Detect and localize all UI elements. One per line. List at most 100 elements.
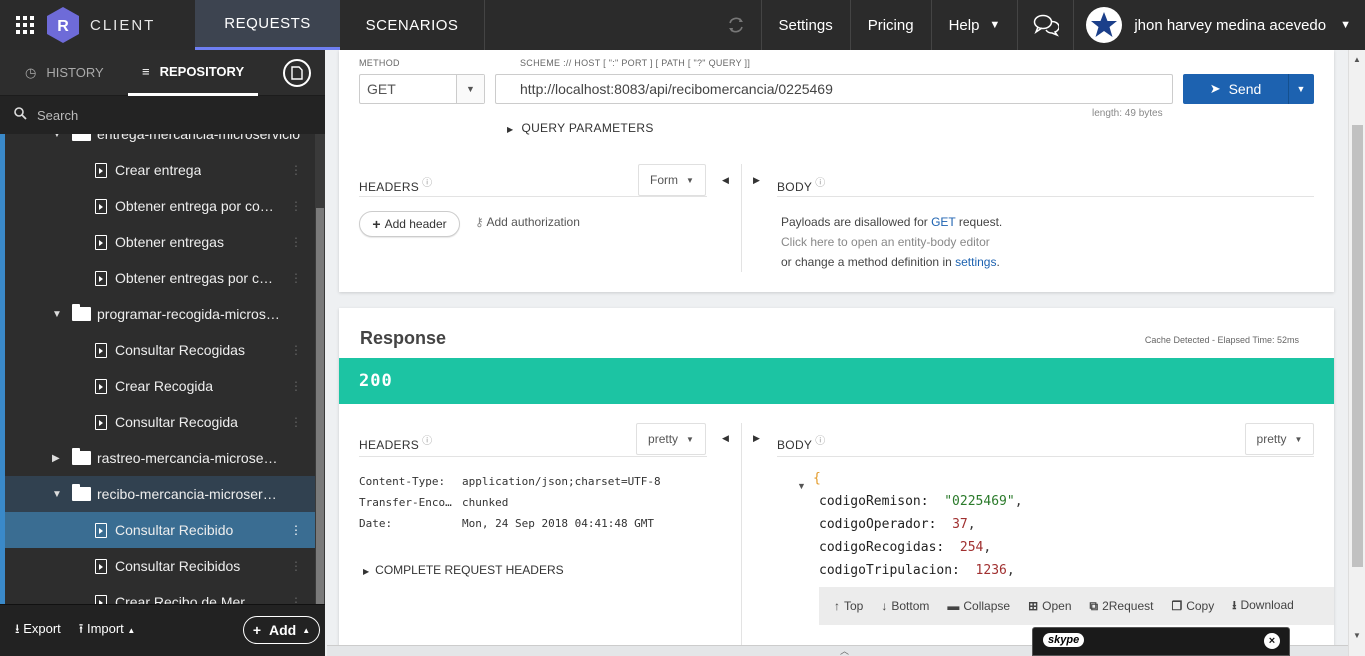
- main-scrollbar[interactable]: ▲ ▼: [1348, 50, 1365, 656]
- request-crear-entrega[interactable]: Crear entrega ⋮: [5, 152, 315, 188]
- scrollbar-thumb[interactable]: [316, 208, 324, 604]
- request-crear-recogida[interactable]: Crear Recogida ⋮: [5, 368, 315, 404]
- help-icon[interactable]: ⓘ: [422, 436, 432, 447]
- document-icon[interactable]: [283, 59, 311, 87]
- export-label: Export: [23, 620, 61, 636]
- folder-entrega-mercancia[interactable]: ▼ entrega-mercancia-microservicio: [5, 134, 315, 152]
- help-icon[interactable]: ⓘ: [815, 178, 825, 189]
- json-row: codigoTripulacion: 1236,: [819, 563, 1015, 578]
- more-icon[interactable]: ⋮: [290, 379, 302, 393]
- pricing-link[interactable]: Pricing: [851, 0, 932, 50]
- to-request-button[interactable]: ⧉ 2Request: [1090, 599, 1154, 614]
- folder-rastreo-mercancia[interactable]: ▶ rastreo-mercancia-microservicio: [5, 440, 315, 476]
- request-consultar-recogida[interactable]: Consultar Recogida ⋮: [5, 404, 315, 440]
- caret-down-icon[interactable]: ▼: [52, 489, 62, 500]
- apps-grid-icon[interactable]: [0, 0, 50, 50]
- avatar: [1086, 7, 1123, 43]
- sidebar-scrollbar[interactable]: [315, 134, 325, 604]
- more-icon[interactable]: ⋮: [290, 595, 302, 604]
- collapse-button[interactable]: ▬ Collapse: [947, 599, 1010, 613]
- expand-right-icon[interactable]: ▶: [753, 433, 760, 444]
- request-label: Obtener entregas: [115, 234, 224, 250]
- more-icon[interactable]: ⋮: [290, 199, 302, 213]
- method-select[interactable]: GET ▼: [359, 74, 485, 104]
- expand-right-icon[interactable]: ▶: [753, 175, 760, 186]
- tab-repository[interactable]: ≡ REPOSITORY: [128, 50, 258, 96]
- folder-recibo-mercancia[interactable]: ▼ recibo-mercancia-microservicio: [5, 476, 315, 512]
- copy-request-icon: ⧉: [1089, 598, 1099, 613]
- more-icon[interactable]: ⋮: [290, 523, 302, 537]
- request-obtener-entrega-por-codigo[interactable]: Obtener entrega por codigo ⋮: [5, 188, 315, 224]
- top-button[interactable]: ↑ Top: [834, 599, 863, 613]
- search-input[interactable]: Search: [0, 96, 325, 134]
- chat-icon[interactable]: [1018, 0, 1075, 50]
- more-icon[interactable]: ⋮: [290, 343, 302, 357]
- caret-right-icon[interactable]: ▶: [52, 453, 62, 464]
- header-value: chunked: [462, 496, 509, 509]
- chevron-down-icon[interactable]: ▼: [1289, 84, 1313, 94]
- copy-button[interactable]: ❐ Copy: [1171, 599, 1214, 613]
- help-label: Help: [948, 16, 980, 34]
- request-obtener-entregas[interactable]: Obtener entregas ⋮: [5, 224, 315, 260]
- settings-link[interactable]: Settings: [762, 0, 851, 50]
- collapse-label: Collapse: [963, 599, 1011, 613]
- search-placeholder: Search: [37, 107, 79, 123]
- skype-popup[interactable]: skype ×: [1032, 627, 1290, 656]
- more-icon[interactable]: ⋮: [290, 163, 302, 177]
- user-menu[interactable]: jhon harvey medina acevedo ▼: [1074, 0, 1365, 50]
- collapse-left-icon[interactable]: ◀: [722, 175, 729, 186]
- more-icon[interactable]: ⋮: [290, 235, 302, 249]
- complete-request-headers-toggle[interactable]: ▶ COMPLETE REQUEST HEADERS: [363, 563, 564, 577]
- chevron-down-icon: ▼: [456, 75, 484, 103]
- bottom-button[interactable]: ↓ Bottom: [881, 599, 929, 613]
- folder-programar-recogida[interactable]: ▼ programar-recogida-microservicio: [5, 296, 315, 332]
- collapse-left-icon[interactable]: ◀: [722, 433, 729, 444]
- settings-link[interactable]: settings: [955, 255, 996, 269]
- more-icon[interactable]: ⋮: [290, 271, 302, 285]
- response-headers-mode-select[interactable]: pretty ▼: [636, 423, 706, 455]
- tab-scenarios[interactable]: SCENARIOS: [340, 0, 485, 50]
- tab-history[interactable]: ◷ HISTORY: [0, 50, 128, 96]
- scroll-up-icon[interactable]: ▲: [1353, 55, 1361, 64]
- more-icon[interactable]: ⋮: [290, 559, 302, 573]
- open-button[interactable]: ⊞ Open: [1028, 599, 1071, 613]
- help-icon[interactable]: ⓘ: [815, 436, 825, 447]
- add-authorization-link[interactable]: ⚷ Add authorization: [475, 215, 580, 229]
- headers-mode-select[interactable]: Form ▼: [638, 164, 706, 196]
- help-menu[interactable]: Help ▼: [932, 0, 1019, 50]
- request-crear-recibo[interactable]: Crear Recibo de Mercancia ⋮: [5, 584, 315, 604]
- query-parameters-toggle[interactable]: ▶ QUERY PARAMETERS: [507, 121, 654, 135]
- request-body-label: BODY: [777, 180, 813, 194]
- tab-requests[interactable]: REQUESTS: [195, 0, 340, 50]
- sync-icon[interactable]: [712, 0, 762, 50]
- open-entity-editor-link[interactable]: Click here to open an entity-body editor: [781, 232, 1002, 252]
- chevron-up-icon[interactable]: ︿: [840, 644, 849, 656]
- import-button[interactable]: ⭱ Import ▲: [79, 620, 136, 642]
- request-consultar-recibido[interactable]: Consultar Recibido ⋮: [5, 512, 315, 548]
- request-obtener-entregas-por-codigo[interactable]: Obtener entregas por codigo ⋮: [5, 260, 315, 296]
- paper-plane-icon: ➤: [1209, 81, 1221, 96]
- request-consultar-recogidas[interactable]: Consultar Recogidas ⋮: [5, 332, 315, 368]
- download-button[interactable]: ⭳ Download: [1232, 596, 1294, 617]
- import-label: Import: [86, 620, 124, 636]
- scroll-down-icon[interactable]: ▼: [1353, 631, 1361, 640]
- json-key: codigoTripulacion:: [819, 563, 960, 578]
- request-consultar-recibidos[interactable]: Consultar Recibidos ⋮: [5, 548, 315, 584]
- method-link[interactable]: GET: [931, 215, 955, 229]
- add-header-button[interactable]: + Add header: [359, 211, 460, 237]
- send-button[interactable]: ➤ Send ▼: [1183, 74, 1314, 104]
- caret-down-icon[interactable]: ▼: [52, 134, 62, 140]
- more-icon[interactable]: ⋮: [290, 415, 302, 429]
- close-icon[interactable]: ×: [1264, 633, 1280, 649]
- url-input[interactable]: http://localhost:8083/api/recibomercanci…: [495, 74, 1173, 104]
- response-body-mode-select[interactable]: pretty ▼: [1245, 423, 1314, 455]
- folder-icon: [72, 484, 91, 501]
- divider: [359, 456, 707, 457]
- payload-message: Payloads are disallowed for GET request.…: [781, 212, 1002, 272]
- help-icon[interactable]: ⓘ: [422, 178, 432, 189]
- user-name: jhon harvey medina acevedo: [1134, 16, 1327, 34]
- caret-down-icon[interactable]: ▼: [52, 309, 62, 320]
- export-button[interactable]: ⭳ Export: [15, 620, 61, 642]
- scrollbar-thumb[interactable]: [1352, 125, 1363, 567]
- add-button[interactable]: + Add ▲: [243, 616, 320, 644]
